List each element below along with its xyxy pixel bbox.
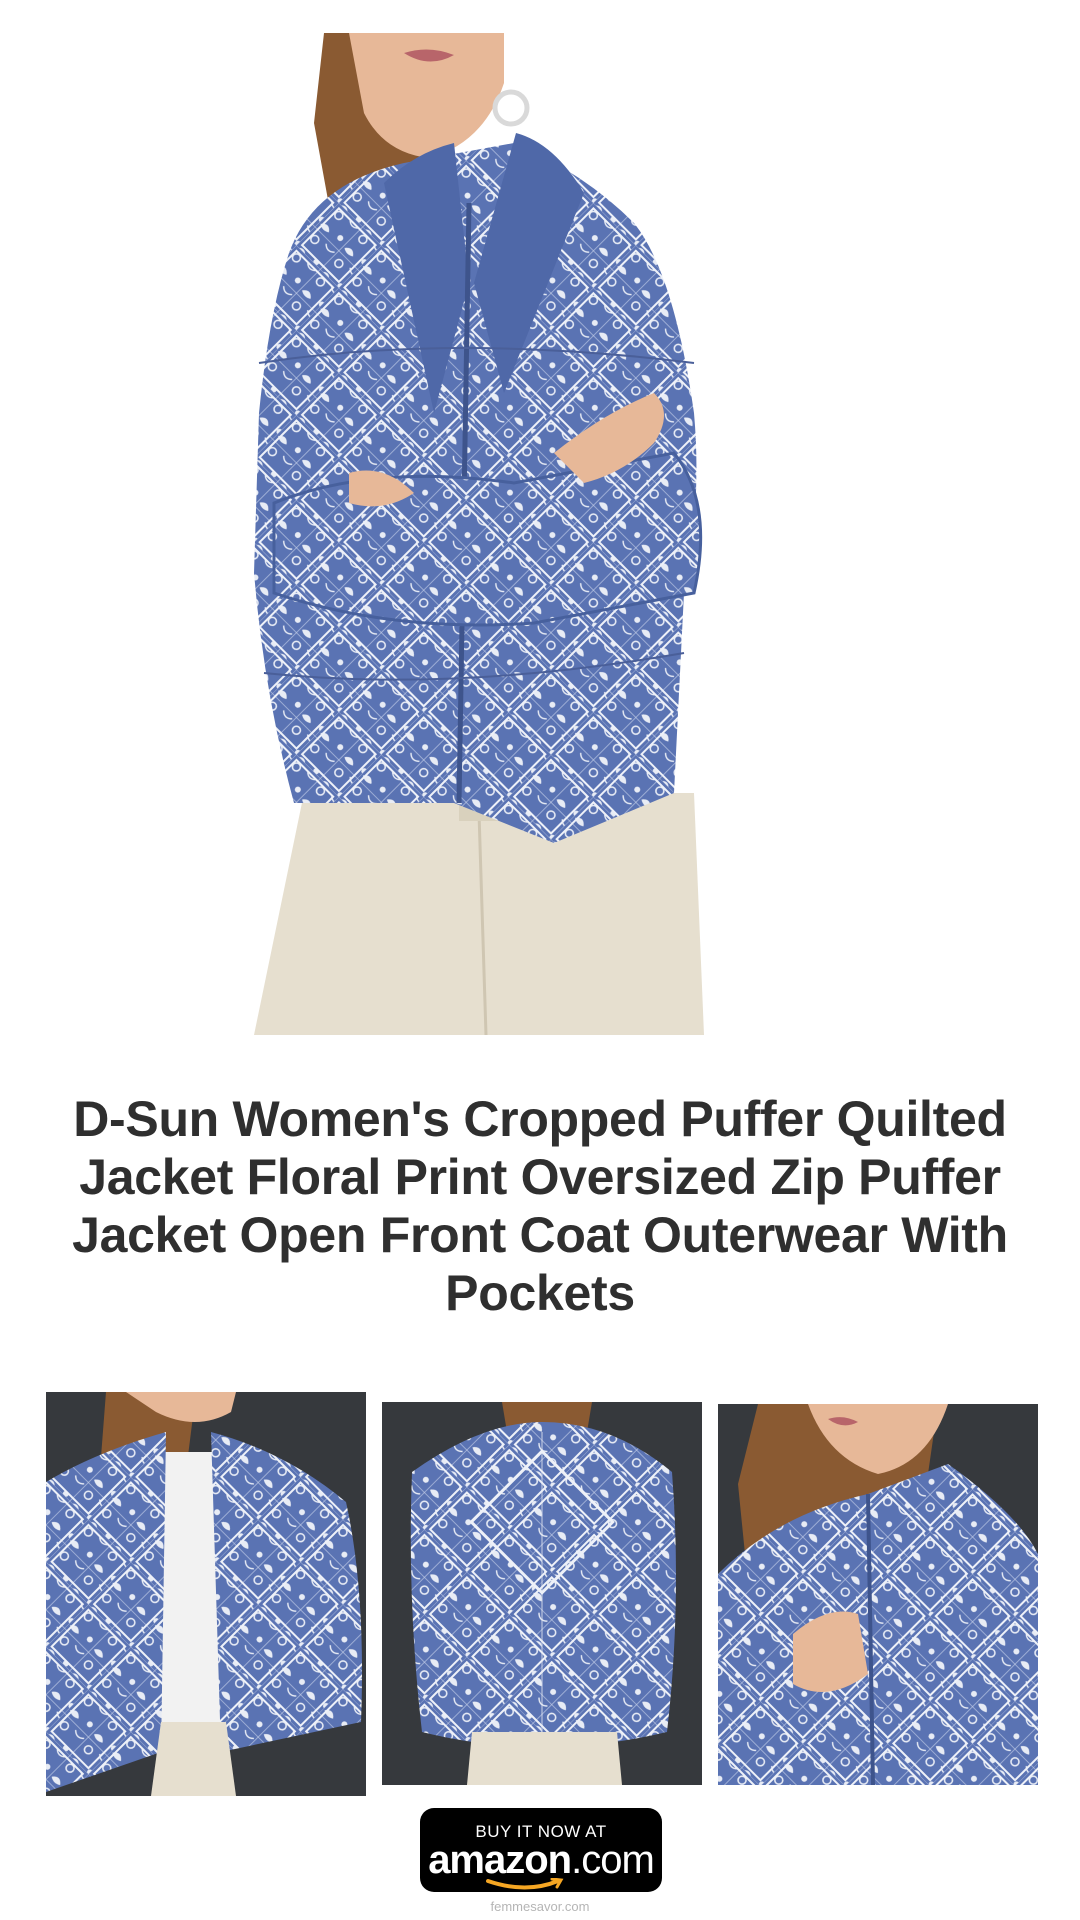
buy-on-amazon-button[interactable]: BUY IT NOW AT amazon.com [420,1808,662,1892]
hero-illustration [254,33,704,1035]
site-watermark: femmesavor.com [490,1899,590,1914]
thumbnail-illustration [46,1392,366,1796]
amazon-smile-icon [486,1878,564,1890]
amazon-logo: amazon.com [420,1838,662,1883]
thumbnail-back-view[interactable] [382,1402,702,1785]
amazon-wordmark: amazon [428,1838,572,1882]
thumbnail-illustration [382,1402,702,1785]
thumbnail-front-view[interactable] [46,1392,366,1796]
product-title: D-Sun Women's Cropped Puffer Quilted Jac… [72,1091,1008,1321]
thumbnail-close-up[interactable] [718,1404,1038,1785]
amazon-domain-suffix: .com [571,1838,655,1882]
hero-product-image[interactable] [254,33,746,1035]
thumbnail-illustration [718,1404,1038,1785]
